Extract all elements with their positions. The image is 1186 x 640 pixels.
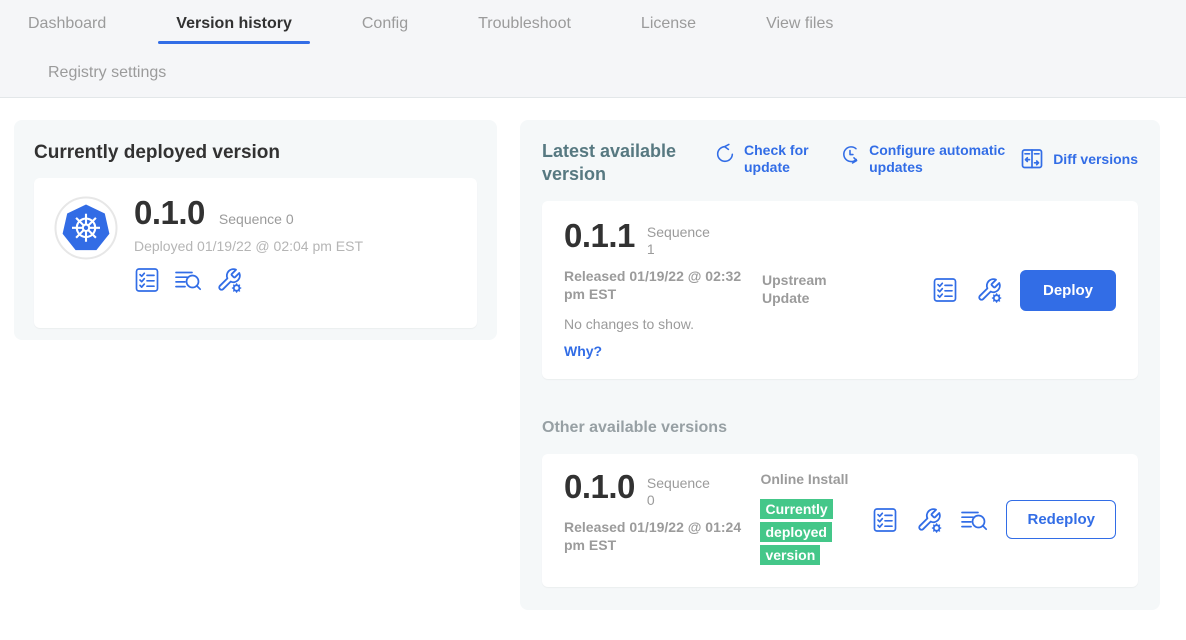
deployed-version-info: 0.1.0 Sequence 0 Deployed 01/19/22 @ 02:…: [134, 196, 363, 310]
preflight-checks-icon[interactable]: [932, 277, 958, 303]
preflight-checks-icon[interactable]: [134, 267, 160, 293]
tab-registry-settings[interactable]: Registry settings: [30, 49, 184, 95]
other-version-number: 0.1.0: [564, 470, 635, 503]
currently-deployed-card: 0.1.0 Sequence 0 Deployed 01/19/22 @ 02:…: [34, 178, 477, 328]
diff-icon: [1019, 147, 1045, 171]
tab-license[interactable]: License: [623, 0, 714, 46]
currently-deployed-badge-wrap: Currently deployed version: [760, 498, 856, 567]
tab-config[interactable]: Config: [344, 0, 426, 46]
configure-automatic-updates-label: Configure automatic updates: [869, 142, 1009, 176]
diff-versions-link[interactable]: Diff versions: [1019, 142, 1138, 176]
check-for-update-label: Check for update: [744, 142, 829, 176]
latest-available-header: Latest available version Check for updat…: [542, 140, 1138, 185]
config-icon[interactable]: [916, 507, 942, 533]
currently-deployed-title: Currently deployed version: [34, 142, 477, 164]
latest-card-actions: Deploy: [932, 219, 1116, 361]
latest-version-source: Upstream Update: [762, 219, 874, 361]
schedule-update-icon: [839, 142, 861, 166]
redeploy-button[interactable]: Redeploy: [1006, 500, 1116, 539]
config-icon[interactable]: [976, 277, 1002, 303]
deployed-version-number: 0.1.0: [134, 196, 205, 229]
deployed-sequence-label: Sequence 0: [219, 211, 294, 227]
tab-view-files[interactable]: View files: [748, 0, 851, 46]
configure-automatic-updates-link[interactable]: Configure automatic updates: [839, 142, 1009, 176]
version-history-page: Currently deployed version 0.1.0 Sequenc…: [0, 98, 1186, 610]
currently-deployed-badge: Currently deployed version: [760, 499, 832, 565]
other-card-actions: Redeploy: [872, 470, 1116, 569]
tab-dashboard[interactable]: Dashboard: [10, 0, 124, 46]
check-for-update-link[interactable]: Check for update: [714, 142, 829, 176]
deployed-timestamp: Deployed 01/19/22 @ 02:04 pm EST: [134, 238, 363, 254]
currently-deployed-panel: Currently deployed version 0.1.0 Sequenc…: [14, 120, 497, 340]
other-sequence-label: Sequence 0: [647, 470, 717, 509]
latest-version-info: 0.1.1 Sequence 1 Released 01/19/22 @ 02:…: [564, 219, 762, 361]
diff-versions-label: Diff versions: [1053, 151, 1138, 168]
latest-sequence-label: Sequence 1: [647, 219, 717, 258]
header-actions: Check for update Configure automatic upd…: [694, 140, 1138, 176]
kubernetes-logo-icon: [54, 196, 118, 260]
other-versions-title: Other available versions: [542, 419, 1138, 437]
tab-troubleshoot[interactable]: Troubleshoot: [460, 0, 589, 46]
latest-version-number: 0.1.1: [564, 219, 635, 252]
other-version-source: Online Install: [760, 470, 872, 488]
deployed-card-actions: [134, 267, 363, 293]
latest-released-timestamp: Released 01/19/22 @ 02:32 pm EST: [564, 267, 750, 303]
other-version-info: 0.1.0 Sequence 0 Released 01/19/22 @ 01:…: [564, 470, 760, 569]
why-link[interactable]: Why?: [564, 343, 602, 359]
other-released-timestamp: Released 01/19/22 @ 01:24 pm EST: [564, 518, 750, 554]
secondary-nav: Registry settings: [0, 49, 1186, 97]
no-changes-text: No changes to show.: [564, 316, 762, 332]
app-header: Dashboard Version history Config Trouble…: [0, 0, 1186, 98]
config-icon[interactable]: [216, 267, 242, 293]
latest-available-title: Latest available version: [542, 140, 694, 185]
primary-nav: Dashboard Version history Config Trouble…: [0, 0, 1186, 49]
available-versions-panel: Latest available version Check for updat…: [520, 120, 1160, 610]
other-version-card: 0.1.0 Sequence 0 Released 01/19/22 @ 01:…: [542, 454, 1138, 587]
deploy-logs-icon[interactable]: [174, 267, 202, 293]
deploy-logs-icon[interactable]: [960, 507, 988, 533]
other-version-source-col: Online Install Currently deployed versio…: [760, 470, 872, 569]
latest-version-card: 0.1.1 Sequence 1 Released 01/19/22 @ 02:…: [542, 201, 1138, 379]
deploy-button[interactable]: Deploy: [1020, 270, 1116, 311]
refresh-icon: [714, 142, 736, 166]
tab-version-history[interactable]: Version history: [158, 0, 310, 46]
preflight-checks-icon[interactable]: [872, 507, 898, 533]
